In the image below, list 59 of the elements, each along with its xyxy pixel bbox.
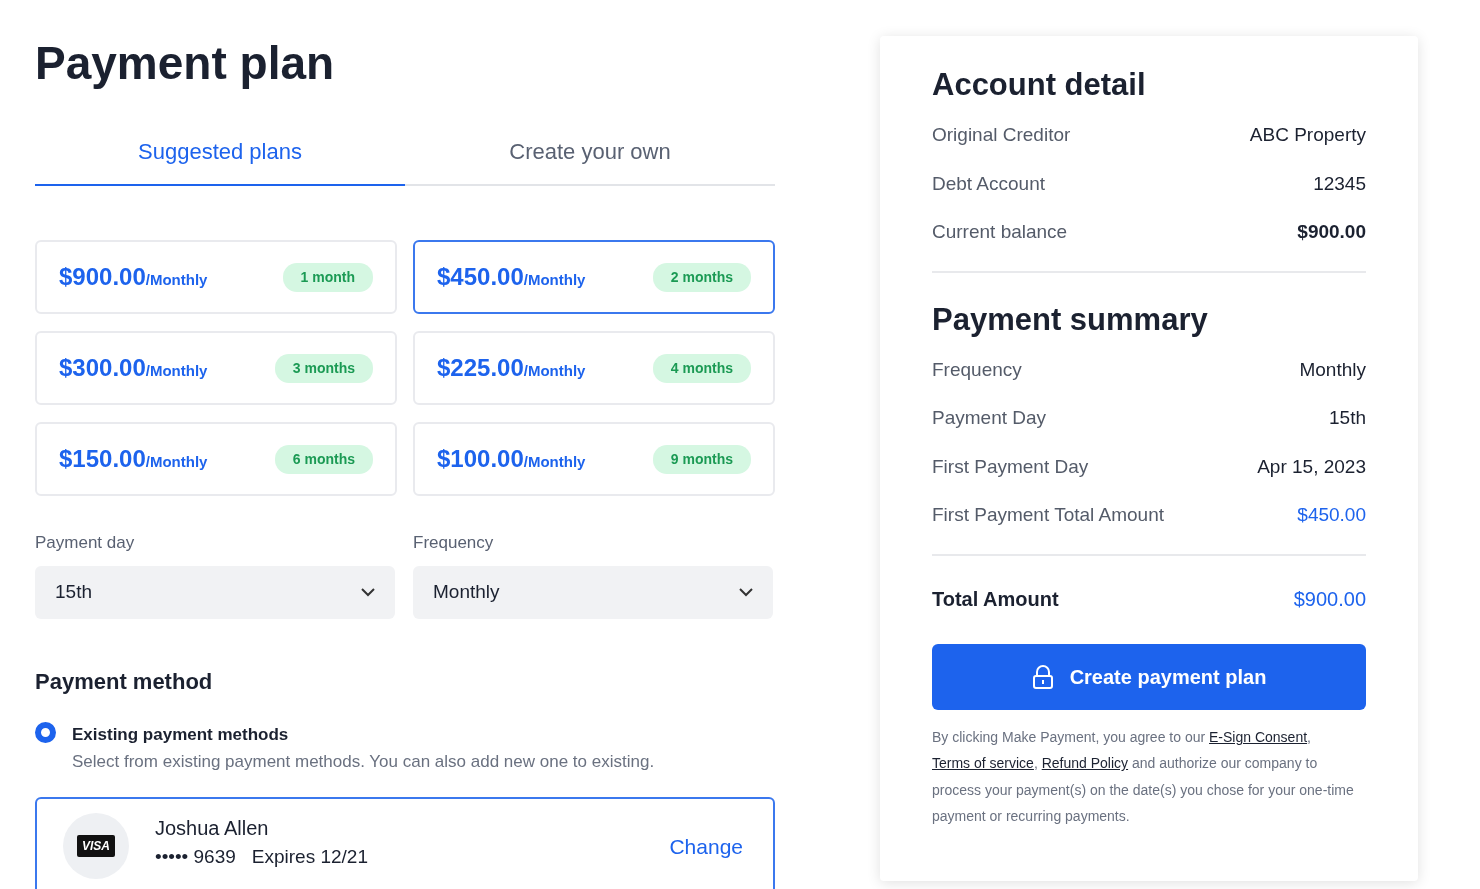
field-label: Frequency [413,532,495,555]
total-label: Total Amount [932,586,1059,612]
plan-amount: $150.00/Monthly [59,444,208,475]
detail-label: First Payment Day [932,454,1089,479]
section-heading: Payment method [35,667,214,696]
plan-option[interactable]: $300.00/Monthly 3 months [35,331,397,406]
duration-pill: 2 months [652,262,751,292]
card-brand-icon: VISA [77,834,115,857]
detail-label: Debt Account [932,171,1046,196]
field-label: Payment day [35,532,136,555]
plan-amount: $450.00/Monthly [437,262,586,293]
legal-link[interactable]: Refund Policy [1041,755,1129,772]
duration-pill: 1 month [282,262,373,292]
card-expiry: Expires 12/21 [251,844,368,869]
create-plan-button[interactable]: Create payment plan [932,643,1366,710]
detail-label: Original Creditor [932,123,1071,148]
change-link[interactable]: Change [669,830,743,863]
detail-value: Apr 15, 2023 [1257,454,1366,479]
plan-option[interactable]: $150.00/Monthly 6 months [35,422,397,497]
tab[interactable]: Create your own [405,135,775,187]
plan-amount: $225.00/Monthly [437,353,586,384]
duration-pill: 3 months [274,353,373,383]
detail-value: 15th [1329,406,1366,431]
select-field[interactable]: 15th [35,565,395,619]
detail-label: Frequency [932,357,1022,382]
section-heading: Account detail [932,66,1147,104]
plan-option[interactable]: $450.00/Monthly 2 months [413,240,775,315]
radio-button[interactable] [35,721,56,743]
detail-label: First Payment Total Amount [932,503,1164,528]
option-description: Select from existing payment methods. You can also add new one to existing. [72,751,655,774]
select-field[interactable]: Monthly [413,565,773,619]
duration-pill: 9 months [652,444,751,474]
chevron-down-icon [361,587,375,597]
detail-value: ABC Property [1249,123,1366,148]
page-title: Payment plan [35,36,336,91]
option-label: Existing payment methods [72,723,290,746]
section-heading: Payment summary [932,300,1209,338]
cardholder-name: Joshua Allen [155,815,270,841]
detail-value: $450.00 [1297,503,1366,528]
detail-value: Monthly [1299,357,1366,382]
legal-link[interactable]: Terms of service [932,755,1034,772]
plan-option[interactable]: $225.00/Monthly 4 months [413,331,775,406]
plan-option[interactable]: $900.00/Monthly 1 month [35,240,397,315]
plan-amount: $100.00/Monthly [437,444,586,475]
lock-icon [1031,664,1054,689]
duration-pill: 6 months [274,444,373,474]
detail-value: $900.00 [1297,220,1366,245]
plan-amount: $300.00/Monthly [59,353,208,384]
plan-amount: $900.00/Monthly [59,262,208,293]
total-value: $900.00 [1293,586,1366,612]
plan-option[interactable]: $100.00/Monthly 9 months [413,422,775,497]
detail-value: 12345 [1313,171,1366,196]
detail-label: Payment Day [932,406,1047,431]
legal-text: By clicking Make Payment, you agree to our E-Sign Consent, Terms of service, Refund Policy and authorize our company to process your payment(s) on the date(s) you chose for your one-time payment or recurring payments. [932,727,1355,827]
detail-label: Current balance [932,220,1068,245]
chevron-down-icon [739,587,753,597]
card-number: ••••• 9639 [155,844,236,869]
duration-pill: 4 months [652,353,751,383]
tab[interactable]: Suggested plans [35,135,405,187]
